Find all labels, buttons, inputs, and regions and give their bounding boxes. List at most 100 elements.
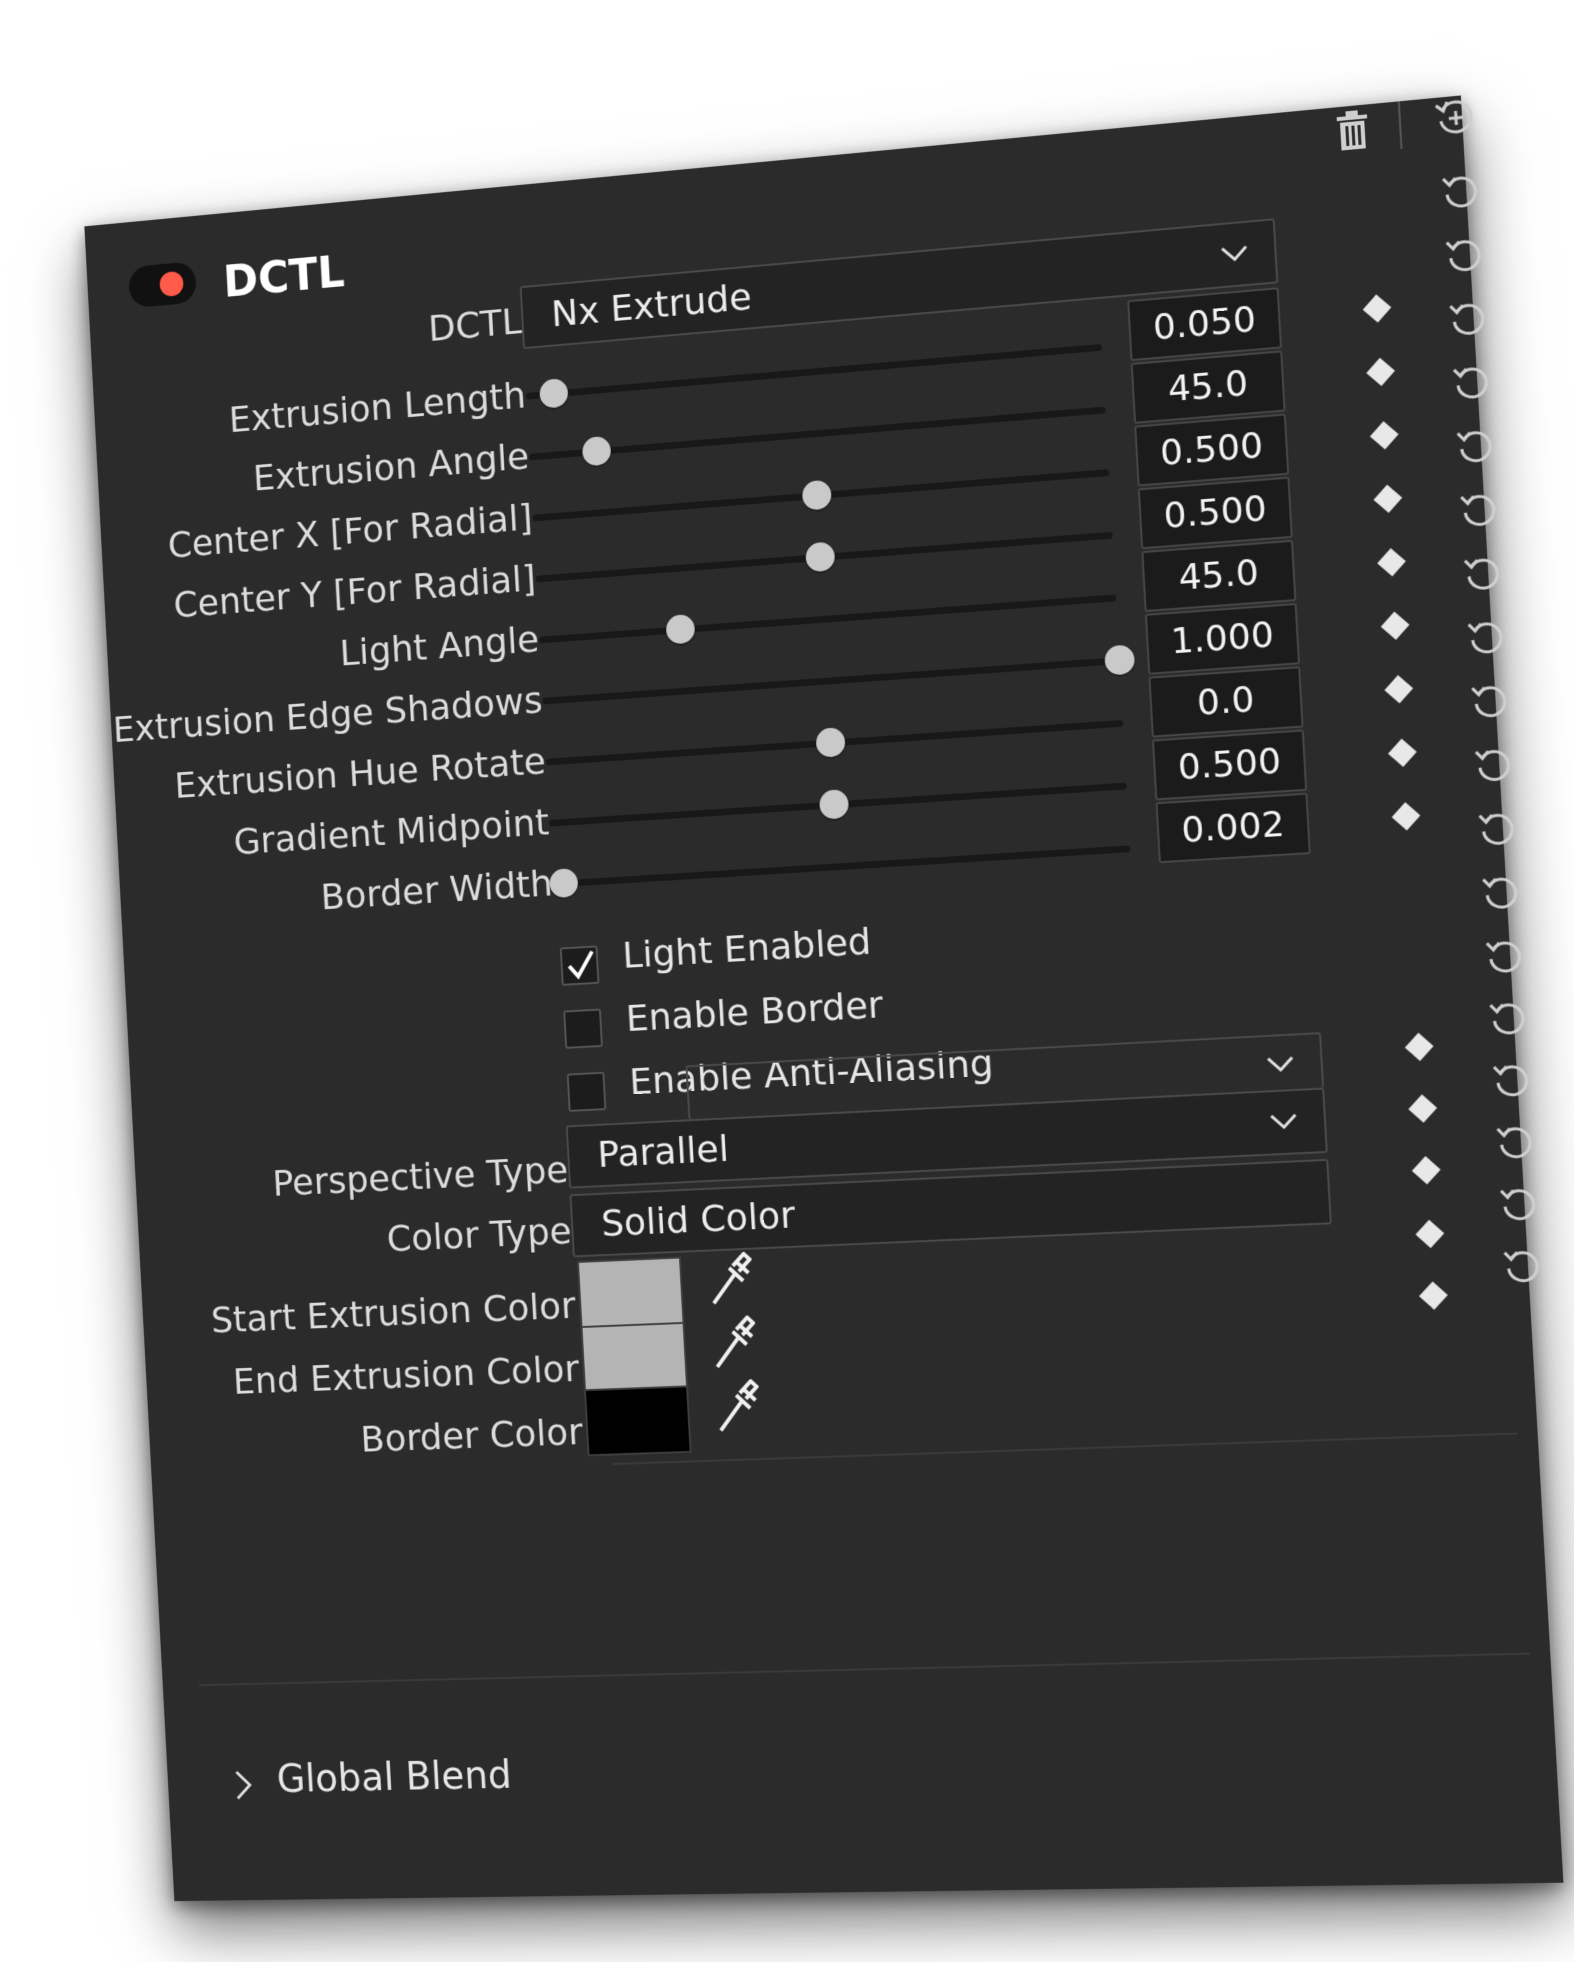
reset-icon[interactable] bbox=[1453, 425, 1496, 468]
reset-icon[interactable] bbox=[1457, 488, 1500, 531]
reset-icon[interactable] bbox=[1472, 744, 1515, 787]
global-blend-section[interactable]: Global Blend bbox=[276, 1753, 513, 1801]
keyframe-diamond-icon[interactable] bbox=[1384, 675, 1414, 704]
slider-label: Gradient Midpoint bbox=[232, 800, 551, 863]
header-divider bbox=[1397, 101, 1403, 150]
keyframe-diamond-icon[interactable] bbox=[1411, 1156, 1441, 1185]
slider-label: Center X [For Radial] bbox=[166, 495, 534, 567]
slider-handle[interactable] bbox=[581, 435, 612, 467]
reset-icon[interactable] bbox=[1486, 997, 1529, 1039]
slider-track[interactable] bbox=[548, 845, 1131, 899]
chevron-right-icon[interactable] bbox=[231, 1768, 258, 1802]
slider-track[interactable] bbox=[548, 782, 1127, 827]
reset-icon[interactable] bbox=[1464, 616, 1507, 659]
slider-label: Light Angle bbox=[338, 617, 541, 675]
keyframe-diamond-icon[interactable] bbox=[1391, 802, 1421, 831]
color-type-label: Color Type bbox=[385, 1209, 573, 1260]
eyedropper-icon[interactable] bbox=[705, 1252, 754, 1310]
slider-value-field[interactable]: 0.500 bbox=[1151, 729, 1308, 801]
slider-handle[interactable] bbox=[801, 479, 833, 511]
slider-label: Extrusion Length bbox=[227, 373, 527, 441]
reset-icon[interactable] bbox=[1439, 170, 1482, 213]
slider-handle[interactable] bbox=[818, 788, 850, 820]
chevron-down-icon bbox=[1215, 234, 1253, 273]
enable-border-checkbox[interactable] bbox=[563, 1008, 603, 1049]
end-extrusion-color-swatch[interactable] bbox=[580, 1321, 689, 1394]
reset-icon[interactable] bbox=[1468, 680, 1511, 723]
keyframe-diamond-icon[interactable] bbox=[1408, 1094, 1438, 1123]
chevron-down-icon bbox=[1261, 1045, 1299, 1082]
light-enabled-checkbox[interactable] bbox=[559, 945, 600, 986]
reset-icon[interactable] bbox=[1475, 807, 1518, 849]
slider-handle[interactable] bbox=[665, 613, 696, 645]
start-extrusion-color-swatch[interactable] bbox=[576, 1256, 685, 1329]
keyframe-diamond-icon[interactable] bbox=[1377, 548, 1406, 577]
checkmark-icon bbox=[564, 946, 598, 986]
slider-handle[interactable] bbox=[805, 541, 836, 573]
eyedropper-icon[interactable] bbox=[712, 1379, 761, 1437]
reset-icon[interactable] bbox=[1497, 1183, 1540, 1225]
slider-track[interactable] bbox=[542, 644, 1136, 705]
keyframe-diamond-icon[interactable] bbox=[1362, 294, 1392, 323]
border-color-label: Border Color bbox=[359, 1410, 584, 1461]
footer-divider bbox=[198, 1652, 1530, 1687]
reset-icon[interactable] bbox=[1500, 1245, 1543, 1287]
reset-icon[interactable] bbox=[1493, 1121, 1536, 1163]
keyframe-diamond-icon[interactable] bbox=[1380, 611, 1410, 640]
keyframe-diamond-icon[interactable] bbox=[1373, 484, 1403, 513]
dctl-panel: DCTL DCTL Nx Extrude Light Enabled Enabl… bbox=[84, 94, 1564, 1902]
slider-value-field[interactable]: 1.000 bbox=[1144, 602, 1301, 675]
slider-value-field[interactable]: 45.0 bbox=[1130, 350, 1286, 424]
slider-value-field[interactable]: 45.0 bbox=[1141, 539, 1297, 613]
keyframe-diamond-icon[interactable] bbox=[1419, 1281, 1448, 1310]
keyframe-diamond-icon[interactable] bbox=[1404, 1032, 1434, 1061]
reset-icon[interactable] bbox=[1490, 1059, 1533, 1101]
keyframe-diamond-icon[interactable] bbox=[1366, 357, 1395, 386]
enable-toggle[interactable] bbox=[128, 261, 198, 309]
reset-icon[interactable] bbox=[1482, 935, 1525, 977]
slider-value-field[interactable]: 0.050 bbox=[1127, 287, 1283, 362]
reset-icon[interactable] bbox=[1442, 233, 1485, 276]
slider-track[interactable] bbox=[545, 719, 1124, 766]
light-enabled-label: Light Enabled bbox=[621, 919, 873, 977]
color-type-select-value: Solid Color bbox=[600, 1193, 797, 1245]
slider-label: Center Y [For Radial] bbox=[172, 556, 537, 626]
slider-track[interactable] bbox=[538, 594, 1117, 645]
slider-label: Extrusion Edge Shadows bbox=[111, 678, 544, 751]
enable-border-label: Enable Border bbox=[624, 983, 885, 1040]
slider-label: Border Width bbox=[319, 861, 554, 918]
dctl-select-value: Nx Extrude bbox=[550, 275, 753, 336]
slider-handle[interactable] bbox=[548, 867, 579, 899]
keyframe-diamond-icon[interactable] bbox=[1388, 738, 1417, 767]
enable-indicator bbox=[159, 270, 184, 298]
slider-handle[interactable] bbox=[1104, 644, 1136, 676]
slider-track[interactable] bbox=[535, 531, 1113, 583]
slider-value-field[interactable]: 0.002 bbox=[1155, 792, 1311, 864]
border-color-swatch[interactable] bbox=[584, 1385, 692, 1457]
eyedropper-icon[interactable] bbox=[709, 1315, 758, 1373]
dctl-label: DCTL bbox=[427, 299, 523, 350]
slider-track[interactable] bbox=[525, 343, 1103, 409]
keyframe-diamond-icon[interactable] bbox=[1369, 421, 1399, 450]
reset-icon[interactable] bbox=[1479, 871, 1522, 913]
section-divider bbox=[612, 1432, 1518, 1466]
slider-track[interactable] bbox=[528, 406, 1106, 467]
keyframe-diamond-icon[interactable] bbox=[1415, 1219, 1445, 1248]
slider-value-field[interactable]: 0.500 bbox=[1137, 476, 1293, 550]
panel-title: DCTL bbox=[221, 245, 346, 308]
start-extrusion-color-label: Start Extrusion Color bbox=[209, 1284, 577, 1342]
slider-value-field[interactable]: 0.500 bbox=[1134, 413, 1290, 487]
perspective-type-label: Perspective Type bbox=[271, 1148, 570, 1205]
trash-icon[interactable] bbox=[1333, 108, 1372, 153]
reset-icon[interactable] bbox=[1446, 297, 1489, 340]
enable-anti-aliasing-checkbox[interactable] bbox=[566, 1071, 607, 1112]
slider-handle[interactable] bbox=[538, 377, 569, 409]
perspective-select-value: Parallel bbox=[596, 1127, 730, 1176]
slider-track[interactable] bbox=[532, 469, 1110, 522]
slider-value-field[interactable]: 0.0 bbox=[1148, 666, 1304, 738]
reset-icon[interactable] bbox=[1461, 552, 1504, 595]
reset-all-icon[interactable] bbox=[1432, 94, 1479, 142]
reset-icon[interactable] bbox=[1450, 361, 1493, 404]
slider-handle[interactable] bbox=[815, 727, 846, 758]
chevron-down-icon bbox=[1265, 1103, 1303, 1140]
